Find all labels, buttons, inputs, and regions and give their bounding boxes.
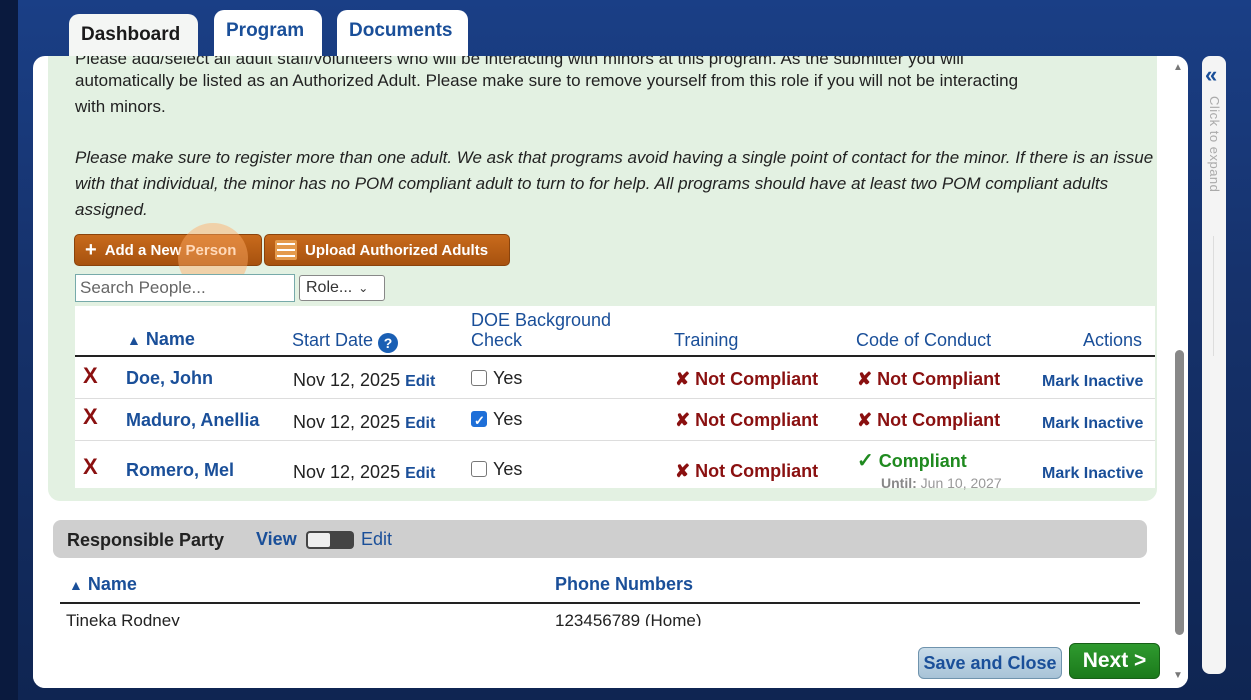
plus-icon: + bbox=[85, 239, 97, 261]
start-date: Nov 12, 2025 Edit bbox=[293, 412, 436, 432]
double-chevron-left-icon[interactable]: « bbox=[1205, 62, 1217, 88]
doe-checkbox[interactable] bbox=[471, 410, 487, 432]
column-header-name[interactable]: ▲ Name bbox=[127, 329, 195, 350]
doe-check-field[interactable]: Yes bbox=[471, 367, 522, 389]
click-to-expand-label: Click to expand bbox=[1207, 96, 1222, 193]
scrollbar-thumb[interactable] bbox=[1175, 350, 1184, 635]
chevron-down-icon: ⌄ bbox=[358, 281, 369, 295]
sort-ascending-icon: ▲ bbox=[127, 332, 141, 348]
authorized-adults-table: ▲ Name Start Date ? DOE Background Check… bbox=[75, 306, 1155, 491]
responsible-party-header: Responsible Party View Edit bbox=[53, 520, 1147, 558]
column-header-doe-check[interactable]: DOE Background Check bbox=[471, 310, 611, 350]
conduct-status: ✘ Not Compliant bbox=[857, 369, 1001, 389]
person-name-link[interactable]: Doe, John bbox=[126, 367, 213, 389]
column-header-code-of-conduct[interactable]: Code of Conduct bbox=[856, 330, 991, 350]
search-people-input[interactable] bbox=[75, 274, 295, 302]
conduct-status: ✓ Compliant Until: Jun 10, 2027 bbox=[857, 450, 1002, 494]
edit-start-date-link[interactable]: Edit bbox=[405, 373, 435, 390]
edit-start-date-link[interactable]: Edit bbox=[405, 465, 435, 482]
rp-column-header-name[interactable]: ▲ Name bbox=[69, 574, 137, 595]
edit-start-date-link[interactable]: Edit bbox=[405, 415, 435, 432]
instructions-line-3: with minors. bbox=[75, 97, 166, 116]
start-date: Nov 12, 2025 Edit bbox=[293, 370, 436, 390]
remove-person-icon[interactable]: X bbox=[83, 456, 98, 478]
table-header-divider bbox=[75, 355, 1155, 357]
doe-checkbox[interactable] bbox=[471, 461, 487, 477]
next-button[interactable]: Next > bbox=[1069, 643, 1160, 679]
toggle-knob[interactable] bbox=[308, 533, 330, 547]
doe-checkbox[interactable] bbox=[471, 370, 487, 386]
sort-ascending-icon: ▲ bbox=[69, 577, 83, 593]
main-panel: Please add/select all adult staff/volunt… bbox=[33, 56, 1188, 688]
tab-documents[interactable]: Documents bbox=[337, 10, 468, 60]
row-divider bbox=[75, 440, 1155, 441]
view-mode-label[interactable]: View bbox=[256, 529, 297, 550]
training-status: ✘ Not Compliant bbox=[675, 410, 819, 430]
list-icon bbox=[275, 240, 297, 260]
responsible-party-title: Responsible Party bbox=[67, 530, 225, 550]
view-edit-toggle[interactable] bbox=[306, 531, 354, 549]
upload-authorized-adults-label: Upload Authorized Adults bbox=[305, 241, 489, 259]
expand-side-panel[interactable]: « Click to expand bbox=[1202, 56, 1226, 674]
edit-mode-label[interactable]: Edit bbox=[361, 529, 392, 550]
upload-authorized-adults-button[interactable]: Upload Authorized Adults bbox=[264, 234, 510, 266]
scroll-down-arrow-icon[interactable]: ▼ bbox=[1173, 670, 1183, 681]
person-name-link[interactable]: Romero, Mel bbox=[126, 459, 234, 481]
remove-person-icon[interactable]: X bbox=[83, 365, 98, 387]
doe-check-field[interactable]: Yes bbox=[471, 458, 522, 480]
conduct-valid-until: Until: Jun 10, 2027 bbox=[881, 475, 1002, 491]
help-icon[interactable]: ? bbox=[378, 333, 399, 353]
rp-column-header-phone[interactable]: Phone Numbers bbox=[555, 574, 693, 595]
training-status: ✘ Not Compliant bbox=[675, 461, 819, 481]
checkmark-icon: ✓ bbox=[857, 450, 874, 472]
mark-inactive-link[interactable]: Mark Inactive bbox=[1042, 463, 1143, 485]
multiple-adults-note: Please make sure to register more than o… bbox=[75, 148, 1154, 219]
role-filter-value: Role... bbox=[306, 279, 353, 296]
rp-header-divider bbox=[60, 602, 1140, 604]
doe-check-field[interactable]: Yes bbox=[471, 408, 522, 432]
side-panel-divider bbox=[1213, 236, 1214, 356]
instructions-line-2: automatically be listed as an Authorized… bbox=[75, 71, 1019, 90]
save-and-close-button[interactable]: Save and Close bbox=[918, 647, 1062, 679]
training-status: ✘ Not Compliant bbox=[675, 369, 819, 389]
mark-inactive-link[interactable]: Mark Inactive bbox=[1042, 413, 1143, 435]
column-header-actions: Actions bbox=[1083, 330, 1143, 350]
vertical-scrollbar[interactable]: ▲ ▼ bbox=[1173, 60, 1187, 685]
scroll-up-arrow-icon[interactable]: ▲ bbox=[1173, 62, 1183, 73]
start-date: Nov 12, 2025 Edit bbox=[293, 462, 436, 482]
remove-person-icon[interactable]: X bbox=[83, 406, 98, 428]
column-header-start-date[interactable]: Start Date ? bbox=[292, 330, 399, 353]
tab-program[interactable]: Program bbox=[214, 10, 322, 60]
mark-inactive-link[interactable]: Mark Inactive bbox=[1042, 371, 1143, 393]
window-edge bbox=[0, 0, 18, 700]
role-filter-select[interactable]: Role... ⌄ bbox=[299, 275, 385, 301]
authorized-adults-section: Please add/select all adult staff/volunt… bbox=[48, 56, 1157, 501]
row-divider bbox=[75, 398, 1155, 399]
person-name-link[interactable]: Maduro, Anellia bbox=[126, 409, 259, 431]
column-header-training[interactable]: Training bbox=[674, 330, 738, 350]
conduct-status: ✘ Not Compliant bbox=[857, 410, 1001, 430]
